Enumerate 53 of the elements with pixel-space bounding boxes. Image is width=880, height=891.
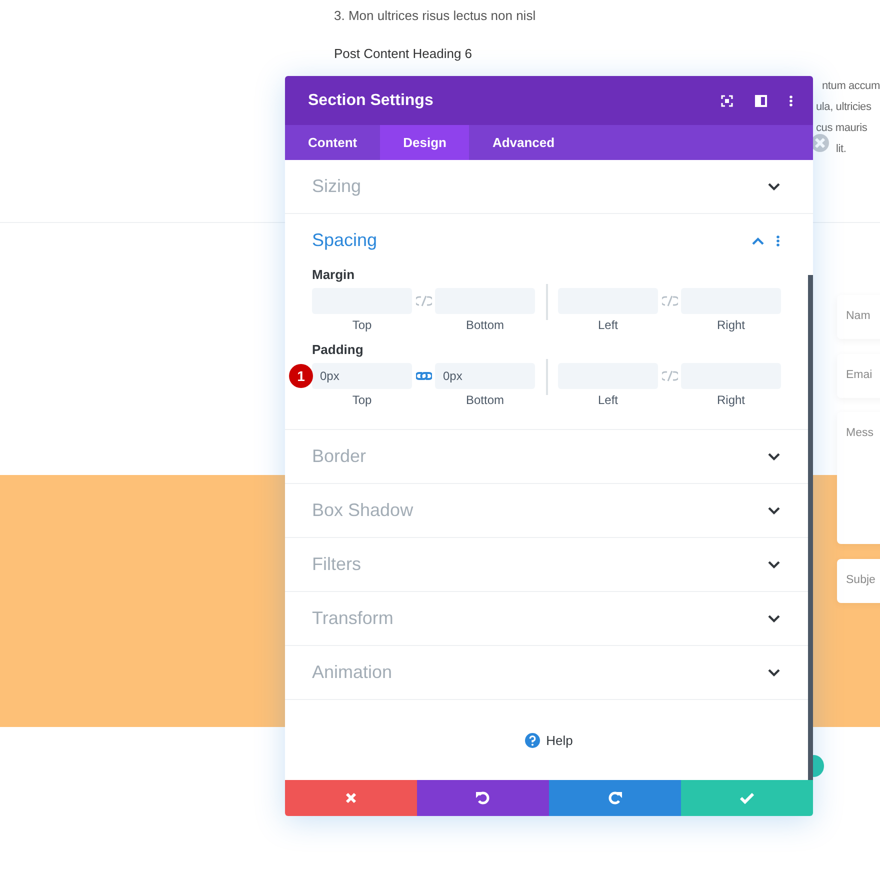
input-field[interactable]: Subje [837, 559, 880, 603]
paragraph-text: ula, ultricies [816, 101, 872, 113]
field-label: Right [716, 393, 745, 407]
paragraph-text: ntum accum [822, 80, 880, 92]
expand-chevron-icon[interactable] [768, 560, 780, 568]
expand-chevron-icon[interactable] [768, 614, 780, 622]
expand-chevron-icon[interactable] [768, 452, 780, 460]
field-label: Bottom [466, 393, 504, 407]
section-title[interactable]: Spacing [312, 230, 752, 251]
modal-title: Section Settings [308, 92, 434, 110]
more-icon[interactable] [789, 94, 793, 106]
expand-chevron-icon[interactable] [768, 182, 780, 190]
input-field[interactable]: 0px [435, 363, 535, 389]
tab[interactable]: Design [380, 125, 470, 160]
split-view-icon[interactable] [755, 94, 767, 106]
section-title[interactable]: Box Shadow [312, 500, 768, 521]
field-group-label: Margin [312, 267, 356, 282]
section-title[interactable]: Sizing [312, 176, 768, 197]
redo-icon [608, 791, 622, 805]
input-field[interactable]: 0px [312, 363, 412, 389]
tab[interactable]: Content [285, 125, 380, 160]
link-icon[interactable] [416, 370, 432, 382]
step-badge: 1 [289, 364, 313, 388]
help-link[interactable]: Help [546, 732, 573, 748]
scrollbar[interactable] [808, 275, 813, 780]
paragraph-text: cus mauris [816, 122, 868, 134]
tab[interactable]: Advanced [469, 125, 578, 160]
field-label: Left [598, 393, 618, 407]
more-icon[interactable] [776, 234, 780, 246]
expand-chevron-icon[interactable] [768, 506, 780, 514]
section-title[interactable]: Transform [312, 608, 768, 629]
post-heading: Post Content Heading 6 [334, 46, 472, 61]
field-label: Left [598, 318, 618, 332]
collapse-chevron-icon[interactable] [752, 236, 764, 244]
field-label: Top [352, 393, 372, 407]
field-label: Top [352, 318, 372, 332]
input-field[interactable]: Emai [837, 354, 880, 398]
list-item: 3. Mon ultrices risus lectus non nisl [334, 8, 536, 23]
check-icon [740, 792, 754, 804]
section-title[interactable]: Border [312, 446, 768, 467]
paragraph-text: lit. [836, 143, 846, 155]
close-icon [345, 792, 357, 804]
input-field[interactable]: Nam [837, 295, 880, 339]
field-group-label: Padding [312, 342, 364, 357]
section-title[interactable]: Filters [312, 554, 768, 575]
field-label: Right [716, 318, 745, 332]
help-icon[interactable] [525, 732, 540, 748]
fullscreen-icon[interactable] [721, 94, 733, 106]
field-label: Bottom [466, 318, 504, 332]
undo-icon [476, 791, 490, 805]
message-field[interactable]: Mess [837, 412, 880, 544]
expand-chevron-icon[interactable] [768, 668, 780, 676]
section-title[interactable]: Animation [312, 662, 768, 683]
